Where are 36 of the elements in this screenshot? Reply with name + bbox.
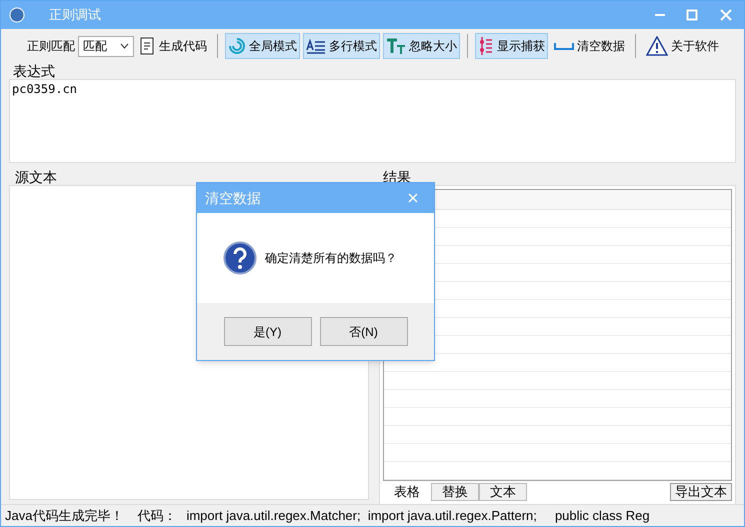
maximize-icon[interactable] [686, 9, 698, 21]
dialog-title: 清空数据 [205, 188, 261, 208]
warning-icon [646, 36, 668, 56]
match-label: 正则匹配 [27, 38, 75, 55]
close-icon[interactable] [720, 9, 732, 21]
chevron-down-icon [120, 43, 129, 49]
code-label: 代码： [137, 506, 176, 525]
tab[interactable]: 替换 [431, 483, 479, 501]
expression-field[interactable]: pc0359.cn [9, 79, 736, 163]
toggle-button[interactable]: 忽略大小 [383, 33, 460, 59]
toolbar-button[interactable]: 生成代码 [137, 33, 210, 59]
dialog-button[interactable]: 是(Y) [224, 317, 312, 346]
capture-icon [478, 36, 494, 56]
window-title: 正则调试 [49, 6, 101, 24]
tab[interactable]: 文本 [479, 483, 527, 501]
text-lines-icon [306, 38, 326, 54]
match-mode-dropdown[interactable]: 匹配 [78, 36, 134, 56]
text-case-icon [386, 37, 406, 55]
close-icon[interactable] [408, 193, 418, 203]
source-label: 源文本 [15, 169, 58, 185]
export-button[interactable]: 导出文本 [670, 483, 732, 501]
toggle-button[interactable]: 多行模式 [303, 33, 380, 59]
toggle-button[interactable]: 全局模式 [225, 33, 300, 59]
code-text: import java.util.regex.Matcher; import java.util.regex.Pattern; public class Reg [186, 506, 650, 525]
dialog-message: 确定清楚所有的数据吗？ [265, 250, 397, 267]
question-icon [223, 241, 257, 275]
toggle-button[interactable]: 显示捕获 [475, 33, 548, 59]
dialog-button[interactable]: 否(N) [320, 317, 408, 346]
expression-label: 表达式 [13, 63, 56, 79]
toolbar-button[interactable]: 清空数据 [551, 33, 628, 59]
document-icon [140, 37, 156, 55]
space-icon [554, 41, 574, 51]
toolbar-button[interactable]: 关于软件 [643, 33, 722, 59]
app-icon [9, 7, 25, 23]
status-message: Java代码生成完毕！ [5, 506, 124, 525]
swirl-icon [228, 37, 246, 55]
